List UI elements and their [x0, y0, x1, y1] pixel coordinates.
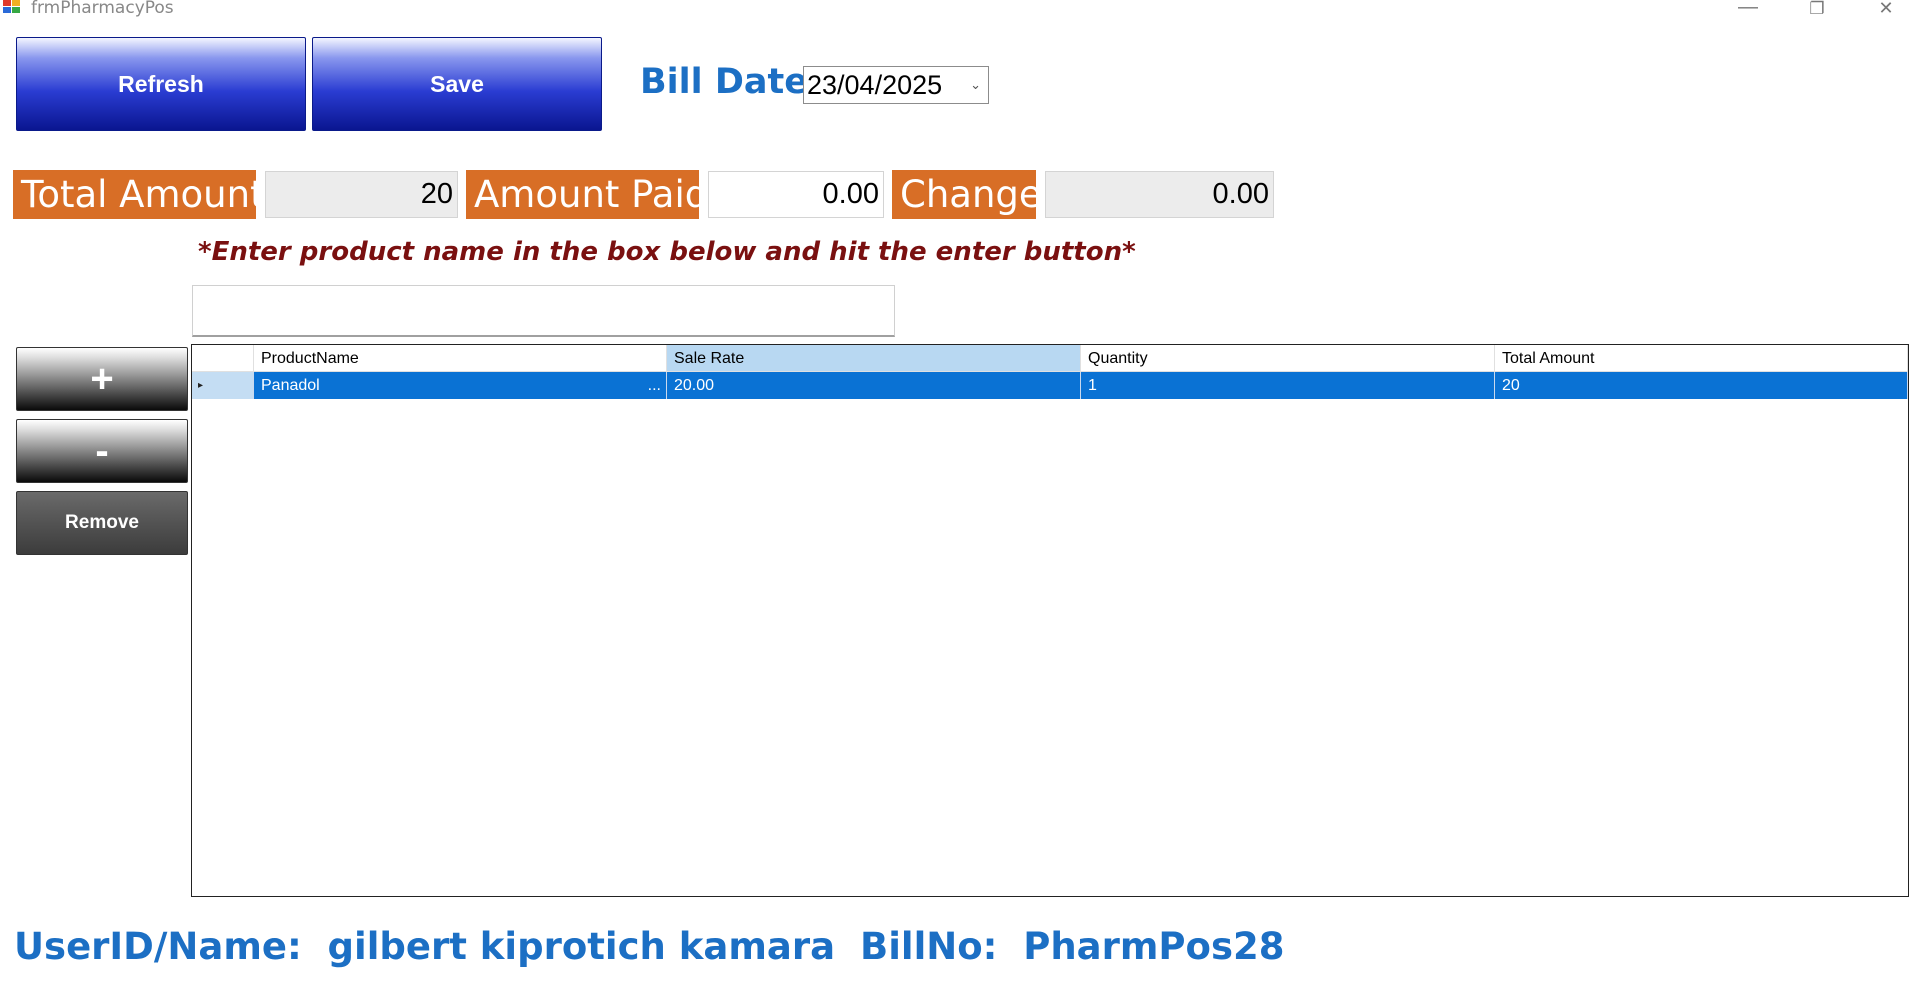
- cell-sale-rate[interactable]: 20.00: [667, 372, 1081, 399]
- total-amount-field: 20: [265, 171, 458, 218]
- cell-total-amount[interactable]: 20: [1495, 372, 1908, 399]
- bill-date-picker[interactable]: 23/04/2025 ⌄: [803, 66, 989, 104]
- minimize-icon[interactable]: —: [1728, 0, 1768, 18]
- product-search-input[interactable]: [192, 285, 895, 337]
- user-label: UserID/Name:: [14, 925, 302, 968]
- amount-paid-input[interactable]: 0.00: [708, 171, 884, 218]
- user-value: gilbert kiprotich kamara: [327, 925, 836, 968]
- title-bar: frmPharmacyPos — ❐ ✕: [0, 0, 1913, 22]
- refresh-button[interactable]: Refresh: [16, 37, 306, 131]
- amount-paid-label: Amount Paid: [466, 170, 708, 219]
- products-grid[interactable]: ProductName Sale Rate Quantity Total Amo…: [191, 344, 1909, 897]
- window-title: frmPharmacyPos: [31, 0, 174, 18]
- app-icon: [3, 0, 21, 14]
- decrease-quantity-button[interactable]: -: [16, 419, 188, 483]
- bill-number-value: PharmPos28: [1023, 925, 1285, 968]
- bill-info: BillNo: PharmPos28: [860, 925, 1284, 968]
- column-header-total-amount[interactable]: Total Amount: [1495, 345, 1908, 372]
- increase-quantity-button[interactable]: +: [16, 347, 188, 411]
- restore-icon[interactable]: ❐: [1797, 0, 1837, 21]
- table-row[interactable]: ▸ Panadol ... 20.00 1 20: [192, 372, 1908, 399]
- bill-date-value: 23/04/2025: [807, 70, 943, 100]
- close-icon[interactable]: ✕: [1866, 0, 1906, 20]
- grid-header: ProductName Sale Rate Quantity Total Amo…: [192, 345, 1908, 372]
- cell-product-name-text: Panadol: [261, 377, 320, 394]
- search-hint: *Enter product name in the box below and…: [198, 237, 1136, 267]
- column-header-sale-rate[interactable]: Sale Rate: [667, 345, 1081, 372]
- cell-quantity[interactable]: 1: [1081, 372, 1495, 399]
- column-header-productname[interactable]: ProductName: [254, 345, 667, 372]
- cell-product-name[interactable]: Panadol ...: [254, 372, 667, 399]
- change-field: 0.00: [1045, 171, 1274, 218]
- change-label: Change: [892, 170, 1042, 219]
- row-header-corner: [192, 345, 254, 372]
- user-info: UserID/Name: gilbert kiprotich kamara: [14, 925, 835, 968]
- total-amount-label: Total Amount: [13, 170, 265, 219]
- row-selector-arrow-icon[interactable]: ▸: [192, 372, 254, 399]
- bill-number-label: BillNo:: [860, 925, 998, 968]
- chevron-down-icon[interactable]: ⌄: [970, 77, 981, 93]
- bill-date-label: Bill Date:: [640, 62, 822, 102]
- save-button[interactable]: Save: [312, 37, 602, 131]
- ellipsis-button[interactable]: ...: [648, 372, 661, 399]
- column-header-quantity[interactable]: Quantity: [1081, 345, 1495, 372]
- remove-button[interactable]: Remove: [16, 491, 188, 555]
